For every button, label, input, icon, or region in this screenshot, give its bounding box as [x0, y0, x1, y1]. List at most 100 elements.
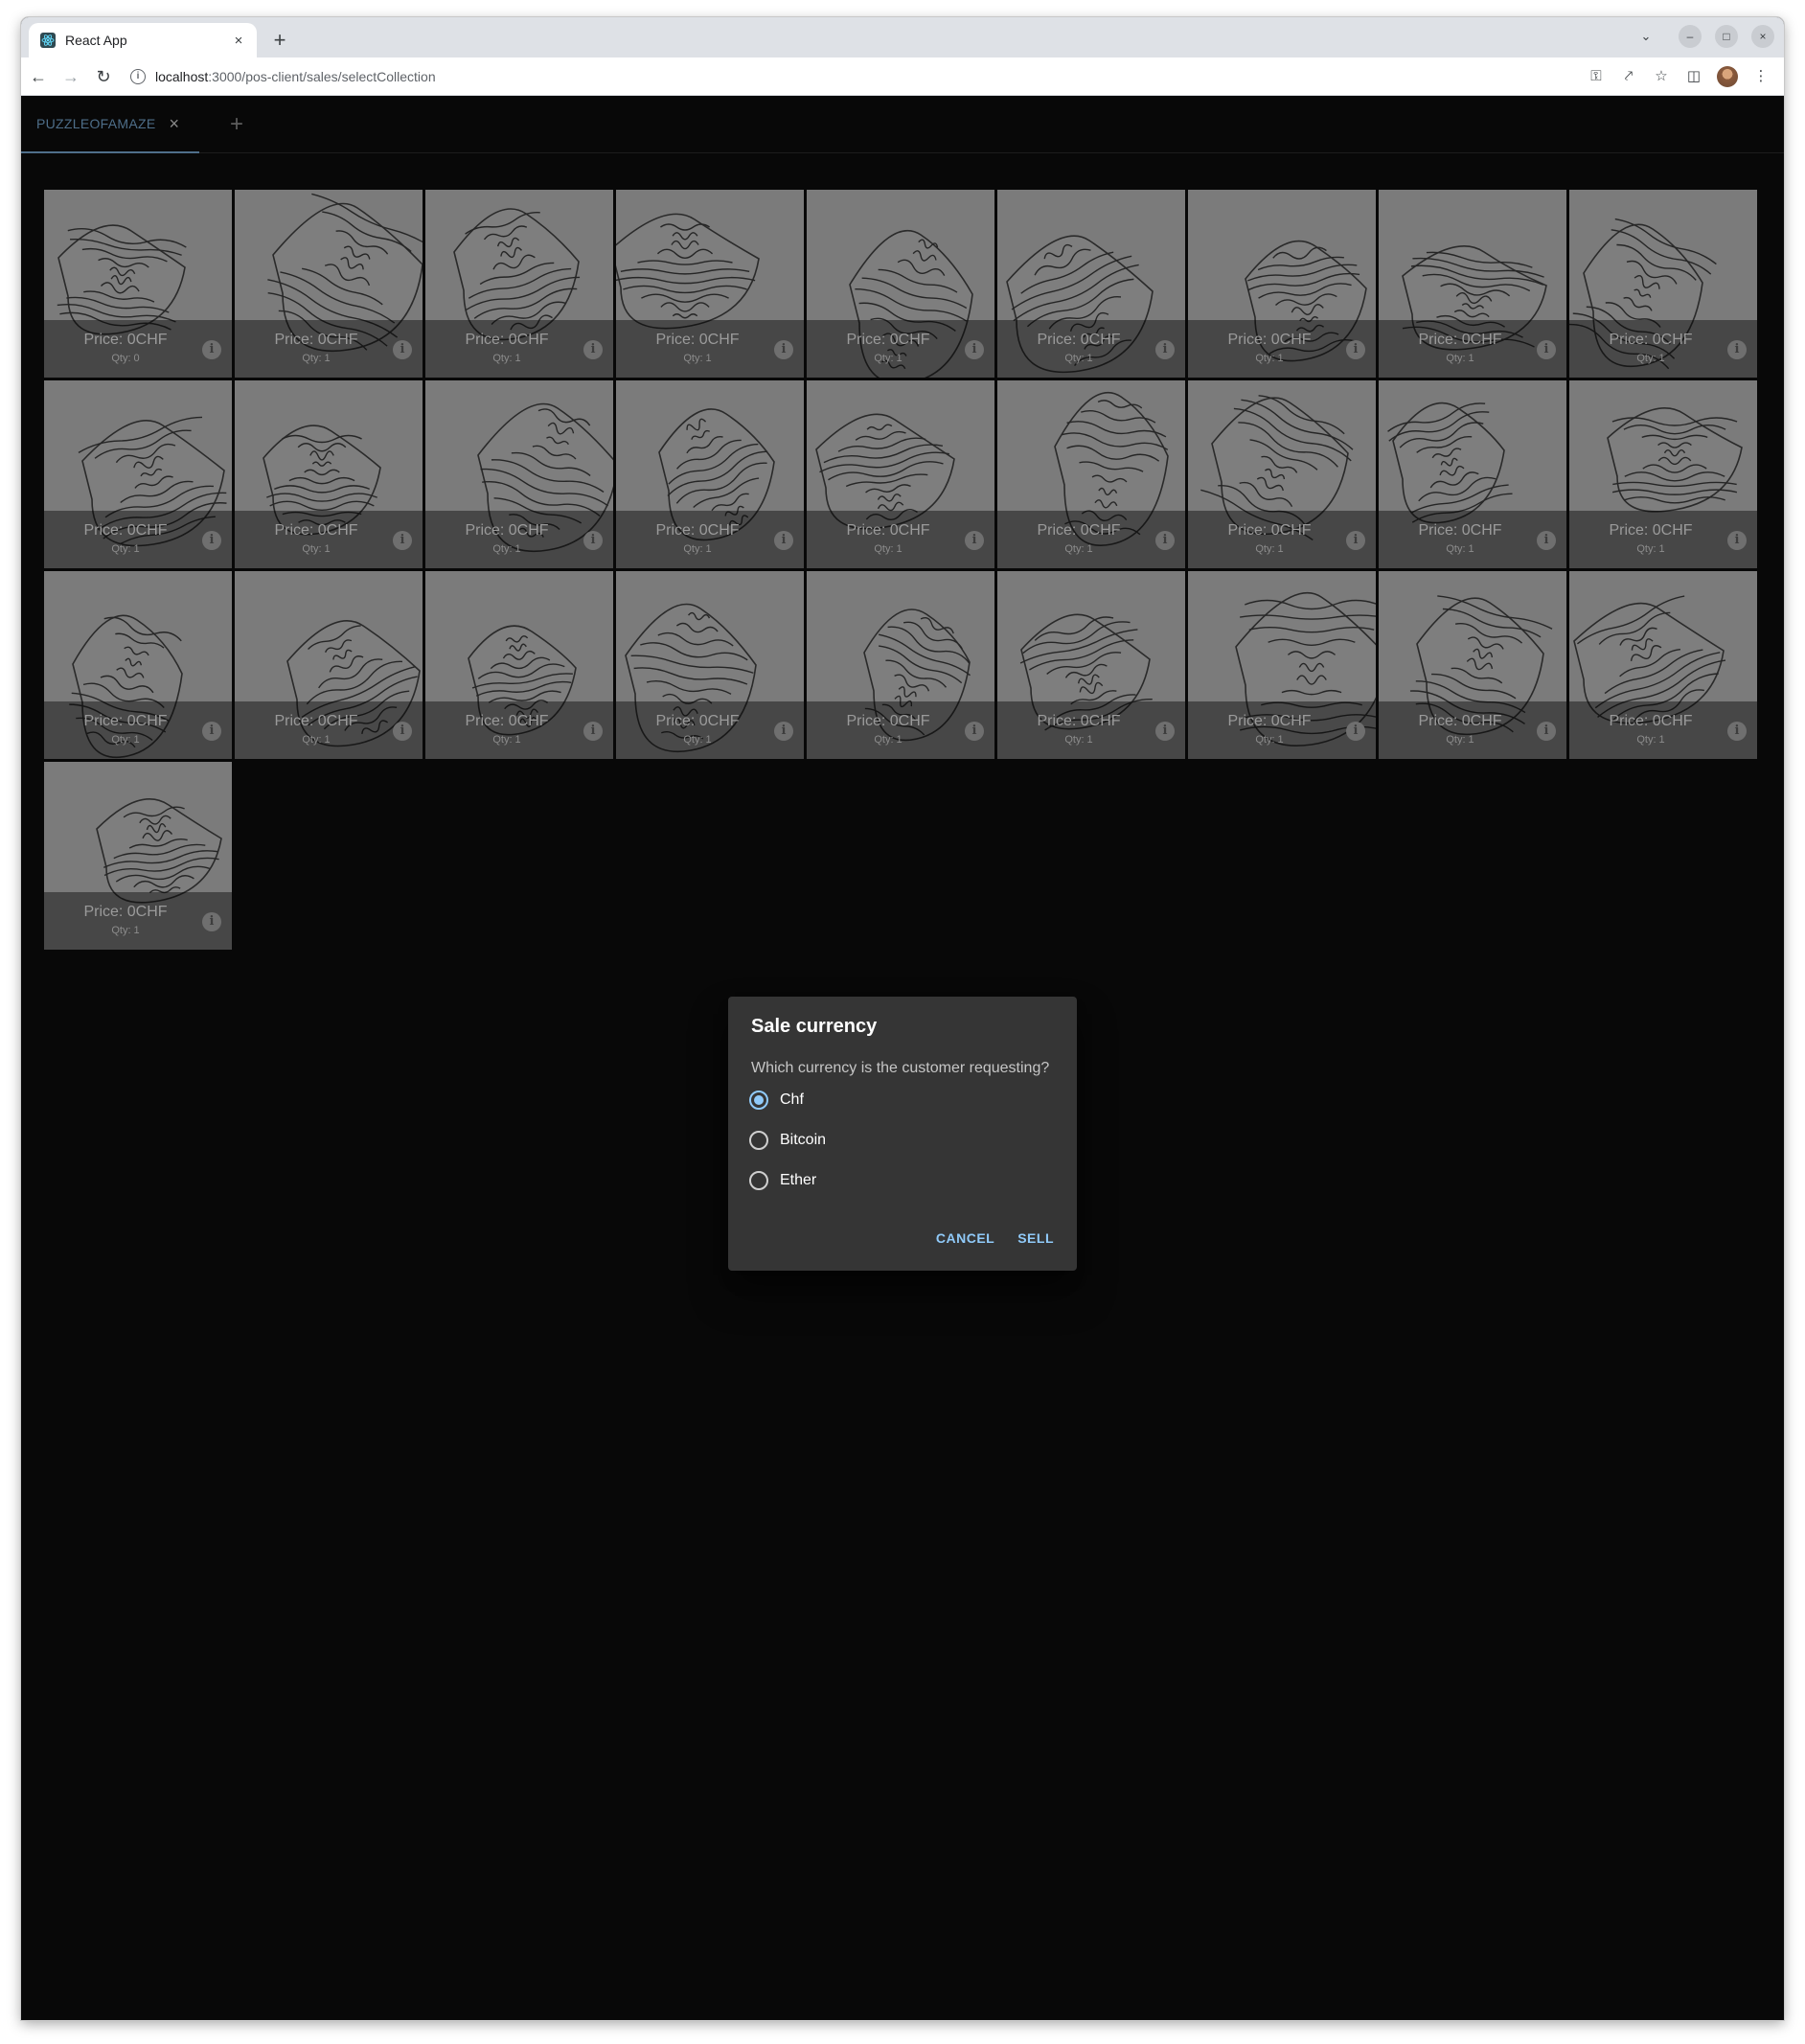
info-icon[interactable]: i: [965, 531, 984, 550]
sell-button[interactable]: SELL: [1010, 1221, 1062, 1255]
item-quantity: Qty: 1: [492, 353, 521, 364]
radio-option-chf[interactable]: Chf: [749, 1091, 804, 1110]
collection-item-tile[interactable]: Price: 0CHF Qty: 1 i: [425, 380, 613, 568]
collection-tabs: PUZZLEOFAMAZE × +: [21, 96, 1784, 153]
info-icon[interactable]: i: [1537, 340, 1556, 359]
info-icon[interactable]: i: [965, 340, 984, 359]
info-icon[interactable]: i: [1727, 340, 1747, 359]
radio-option-ether[interactable]: Ether: [749, 1171, 816, 1190]
collection-item-tile[interactable]: Price: 0CHF Qty: 1 i: [1569, 190, 1757, 378]
collection-item-tile[interactable]: Price: 0CHF Qty: 1 i: [235, 571, 423, 759]
info-icon[interactable]: i: [393, 340, 412, 359]
info-icon[interactable]: i: [1346, 531, 1365, 550]
collection-item-tile[interactable]: Price: 0CHF Qty: 1 i: [807, 571, 994, 759]
browser-tab-title: React App: [65, 33, 127, 48]
collection-item-tile[interactable]: Price: 0CHF Qty: 1 i: [235, 380, 423, 568]
info-icon[interactable]: i: [774, 531, 793, 550]
info-icon[interactable]: i: [583, 722, 603, 741]
collection-item-tile[interactable]: Price: 0CHF Qty: 1 i: [1188, 571, 1376, 759]
info-icon[interactable]: i: [202, 340, 221, 359]
info-icon[interactable]: i: [774, 722, 793, 741]
info-icon[interactable]: i: [1346, 340, 1365, 359]
item-price: Price: 0CHF: [655, 713, 740, 729]
collection-item-tile[interactable]: Price: 0CHF Qty: 1 i: [1379, 190, 1566, 378]
item-price: Price: 0CHF: [83, 332, 168, 348]
key-icon[interactable]: ⚿: [1587, 67, 1606, 86]
collection-item-tile[interactable]: Price: 0CHF Qty: 1 i: [616, 190, 804, 378]
collection-item-tile[interactable]: Price: 0CHF Qty: 1 i: [997, 571, 1185, 759]
collection-item-tile[interactable]: Price: 0CHF Qty: 1 i: [807, 190, 994, 378]
collection-item-tile[interactable]: Price: 0CHF Qty: 1 i: [1569, 380, 1757, 568]
info-icon[interactable]: i: [1155, 722, 1175, 741]
collection-item-tile[interactable]: Price: 0CHF Qty: 1 i: [616, 571, 804, 759]
info-icon[interactable]: i: [774, 340, 793, 359]
forward-arrow-icon[interactable]: →: [56, 61, 86, 92]
radio-option-bitcoin[interactable]: Bitcoin: [749, 1131, 826, 1150]
item-price: Price: 0CHF: [274, 522, 358, 539]
info-icon[interactable]: i: [202, 722, 221, 741]
new-tab-button[interactable]: +: [266, 27, 293, 54]
collection-item-tile[interactable]: Price: 0CHF Qty: 1 i: [44, 762, 232, 950]
close-icon[interactable]: ×: [169, 114, 179, 134]
item-quantity: Qty: 1: [874, 734, 902, 746]
cancel-button[interactable]: CANCEL: [928, 1221, 1002, 1255]
collection-item-tile[interactable]: Price: 0CHF Qty: 1 i: [1569, 571, 1757, 759]
info-icon[interactable]: i: [583, 340, 603, 359]
item-price: Price: 0CHF: [655, 332, 740, 348]
site-info-icon[interactable]: i: [130, 68, 146, 84]
collection-item-tile[interactable]: Price: 0CHF Qty: 1 i: [425, 571, 613, 759]
info-icon[interactable]: i: [965, 722, 984, 741]
tab-puzzleofamaze[interactable]: PUZZLEOFAMAZE ×: [21, 96, 199, 153]
info-icon[interactable]: i: [202, 912, 221, 931]
info-icon[interactable]: i: [1537, 722, 1556, 741]
collection-item-tile[interactable]: Price: 0CHF Qty: 0 i: [44, 190, 232, 378]
item-price: Price: 0CHF: [1227, 713, 1312, 729]
collection-item-tile[interactable]: Price: 0CHF Qty: 1 i: [1188, 380, 1376, 568]
tab-search-chevron-icon[interactable]: ⌄: [1634, 29, 1657, 44]
item-price: Price: 0CHF: [1609, 522, 1693, 539]
item-price: Price: 0CHF: [846, 522, 930, 539]
menu-kebab-icon[interactable]: ⋮: [1751, 67, 1771, 86]
reload-icon[interactable]: ↻: [88, 61, 119, 92]
side-panel-icon[interactable]: ◫: [1684, 67, 1703, 86]
collection-item-tile[interactable]: Price: 0CHF Qty: 1 i: [44, 380, 232, 568]
info-icon[interactable]: i: [1727, 722, 1747, 741]
collection-item-tile[interactable]: Price: 0CHF Qty: 1 i: [44, 571, 232, 759]
collection-item-tile[interactable]: Price: 0CHF Qty: 1 i: [235, 190, 423, 378]
radio-unchecked-icon[interactable]: [749, 1131, 768, 1150]
collection-item-tile[interactable]: Price: 0CHF Qty: 1 i: [997, 190, 1185, 378]
info-icon[interactable]: i: [583, 531, 603, 550]
collection-item-tile[interactable]: Price: 0CHF Qty: 1 i: [616, 380, 804, 568]
back-arrow-icon[interactable]: ←: [23, 61, 54, 92]
tab-close-icon[interactable]: ×: [230, 33, 247, 49]
info-icon[interactable]: i: [393, 531, 412, 550]
browser-tab[interactable]: React App ×: [29, 23, 257, 57]
info-icon[interactable]: i: [393, 722, 412, 741]
info-icon[interactable]: i: [1155, 531, 1175, 550]
minimize-button[interactable]: –: [1679, 25, 1702, 48]
address-bar[interactable]: i localhost:3000/pos-client/sales/select…: [130, 68, 1587, 84]
browser-tabstrip: React App × + ⌄ – □ ×: [21, 17, 1784, 57]
info-icon[interactable]: i: [202, 531, 221, 550]
info-icon[interactable]: i: [1346, 722, 1365, 741]
collection-item-tile[interactable]: Price: 0CHF Qty: 1 i: [997, 380, 1185, 568]
collection-item-tile[interactable]: Price: 0CHF Qty: 1 i: [1379, 380, 1566, 568]
maximize-button[interactable]: □: [1715, 25, 1738, 48]
share-icon[interactable]: ⤤: [1619, 67, 1638, 86]
collection-item-tile[interactable]: Price: 0CHF Qty: 1 i: [425, 190, 613, 378]
radio-unchecked-icon[interactable]: [749, 1171, 768, 1190]
collection-item-tile[interactable]: Price: 0CHF Qty: 1 i: [1188, 190, 1376, 378]
collection-item-tile[interactable]: Price: 0CHF Qty: 1 i: [807, 380, 994, 568]
plus-icon[interactable]: +: [230, 111, 243, 138]
collection-item-tile[interactable]: Price: 0CHF Qty: 1 i: [1379, 571, 1566, 759]
url-text[interactable]: localhost:3000/pos-client/sales/selectCo…: [155, 69, 436, 84]
star-icon[interactable]: ☆: [1652, 67, 1671, 86]
item-price: Price: 0CHF: [83, 522, 168, 539]
radio-checked-icon[interactable]: [749, 1091, 768, 1110]
info-icon[interactable]: i: [1155, 340, 1175, 359]
profile-avatar-icon[interactable]: [1717, 65, 1738, 87]
info-icon[interactable]: i: [1537, 531, 1556, 550]
close-window-button[interactable]: ×: [1751, 25, 1774, 48]
item-quantity: Qty: 1: [683, 353, 712, 364]
info-icon[interactable]: i: [1727, 531, 1747, 550]
